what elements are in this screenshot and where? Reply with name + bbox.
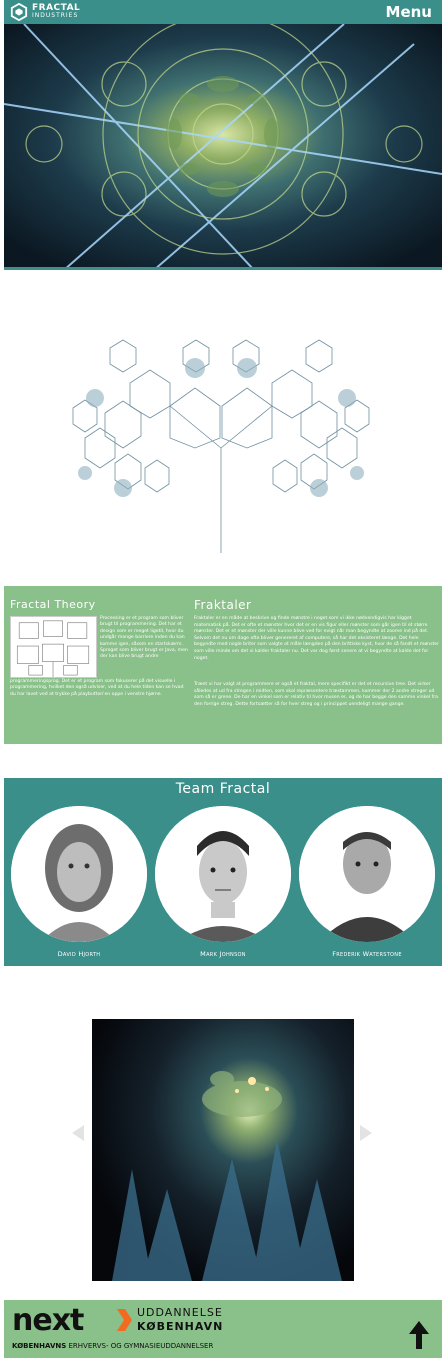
menu-button[interactable]: Menu (386, 3, 432, 21)
member-name: Frederik Waterstone (332, 950, 402, 958)
top-navigation-bar: FRACTAL INDUSTRIES Menu (4, 0, 442, 24)
fraktaler-paragraph-1: Fraktaler er en måde at beskrive og find… (194, 616, 439, 661)
team-title: Team Fractal (175, 781, 271, 797)
hero-banner: FRACTAL INDUSTRIES Menu (4, 0, 442, 270)
fractal-theory-heading: Fractal Theory (10, 598, 96, 611)
logo-title: FRACTAL (32, 3, 81, 13)
member-photo-mark (155, 806, 291, 942)
next-subtitle-bold: KØBENHAVNS (12, 1342, 67, 1350)
next-brand-word[interactable]: next (12, 1303, 84, 1338)
footer: next UDDANNELSE KØBENHAVN KØBENHAVNS ERH… (4, 1300, 442, 1358)
arrow-up-icon[interactable] (408, 1320, 430, 1350)
processing-intro-text: Processing er et program som bliver brug… (100, 616, 188, 660)
member-name: David Hjorth (57, 950, 101, 958)
logo-mark-icon (10, 3, 28, 21)
site-logo[interactable]: FRACTAL INDUSTRIES (10, 3, 80, 21)
chevron-left-icon[interactable] (70, 1124, 86, 1142)
logo-subtitle: INDUSTRIES (32, 12, 79, 19)
next-chevron-icon (117, 1309, 132, 1331)
team-member-card: Frederik Waterstone (299, 806, 435, 958)
fractal-theory-section: Fractal Theory Fraktaler Processing er e… (4, 586, 442, 744)
processing-continued-text: programmeringsprog. Det er et program so… (10, 679, 184, 697)
fraktaler-paragraph-2: Træet vi har valgt at programmere er ogs… (194, 682, 438, 707)
fraktaler-heading: Fraktaler (194, 598, 252, 612)
fractal-thumbnail-image (10, 616, 97, 678)
next-line-kobenhavn: KØBENHAVN (137, 1320, 224, 1333)
kaleidoscope-fractal-image (4, 24, 442, 267)
member-photo-david (11, 806, 147, 942)
page: FRACTAL INDUSTRIES Menu Fractal Theory F… (0, 0, 448, 1361)
member-photo-frederik (299, 806, 435, 942)
next-line-uddannelse: UDDANNELSE (137, 1306, 223, 1319)
team-member-card: David Hjorth (11, 806, 147, 958)
fern-fractal-image (92, 1019, 354, 1281)
chevron-right-icon[interactable] (358, 1124, 374, 1142)
member-name: Mark Johnson (200, 950, 246, 958)
next-subtitle-rest: ERHVERVS- OG GYMNASIEUDDANNELSER (66, 1342, 214, 1350)
team-member-card: Mark Johnson (155, 806, 291, 958)
pythagoras-tree-fractal-image (72, 339, 370, 553)
team-section: Team Fractal David Hjorth Mark Johnson F… (4, 778, 442, 966)
next-subtitle: KØBENHAVNS ERHVERVS- OG GYMNASIEUDDANNEL… (12, 1342, 213, 1350)
